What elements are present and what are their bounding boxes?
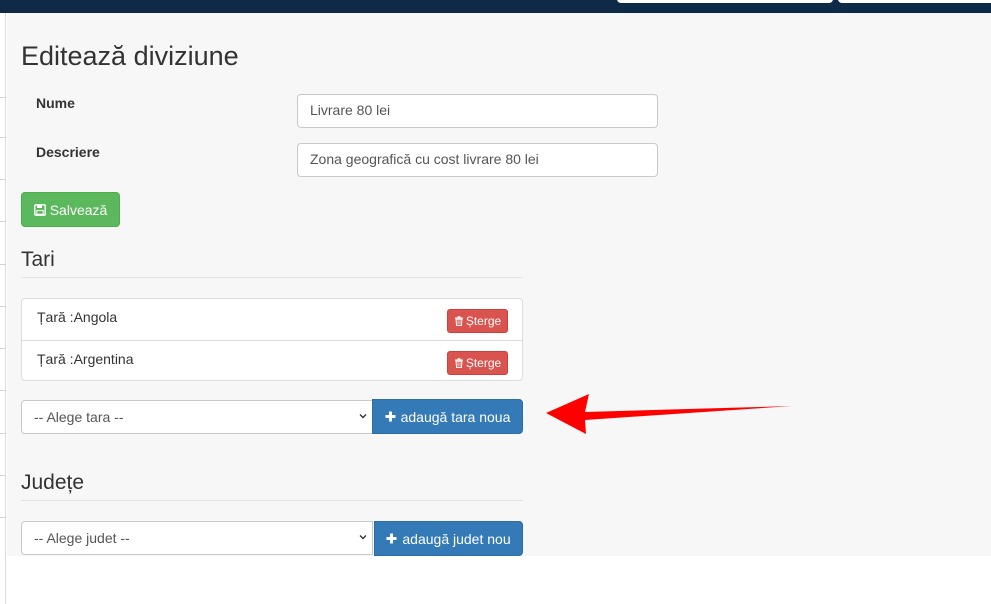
annotation-arrow: [546, 394, 792, 434]
